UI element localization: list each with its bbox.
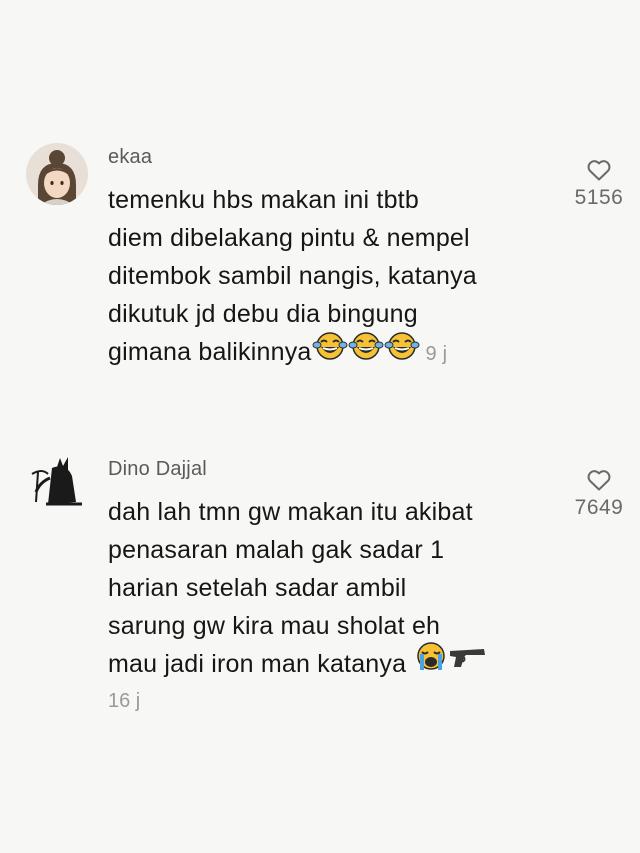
comment-last-line: mau jadi iron man katanya [108, 642, 568, 684]
comment-line: mau jadi iron man katanya [108, 650, 407, 678]
avatar[interactable] [26, 143, 88, 205]
loudly-crying-emoji-icon [414, 641, 448, 684]
comment-line: harian setelah sadar ambil [108, 574, 407, 602]
comment-line: ditembok sambil nangis, katanya [108, 262, 477, 290]
comment-timestamp: 9 j [425, 343, 448, 365]
username[interactable]: Dino Dajjal [108, 458, 207, 481]
heart-outline-icon [587, 160, 611, 181]
like-count: 7649 [574, 496, 624, 519]
comment-line: sarung gw kira mau sholat eh [108, 612, 441, 640]
like-count: 5156 [574, 186, 624, 209]
like-button[interactable]: 7649 [564, 468, 634, 520]
comment-text: dah lah tmn gw makan itu akibat penasara… [108, 493, 568, 684]
comment-line: dikutuk jd debu dia bingung [108, 300, 418, 328]
pistol-emoji-icon [448, 643, 488, 682]
comment-last-line: gimana balikinnya 9 j [108, 330, 568, 373]
comment-line: dah lah tmn gw makan itu akibat [108, 498, 473, 526]
laughing-tears-emoji-icon [384, 330, 420, 371]
comment-line: diem dibelakang pintu & nempel [108, 224, 470, 252]
laughing-tears-emoji-icon [312, 330, 348, 371]
laughing-tears-emoji-icon [348, 330, 384, 371]
comment-timestamp: 16 j [108, 690, 141, 712]
username[interactable]: ekaa [108, 146, 152, 169]
comment-text: temenku hbs makan ini tbtb diem dibelaka… [108, 181, 568, 373]
like-button[interactable]: 5156 [564, 158, 634, 210]
heart-outline-icon [587, 470, 611, 491]
comment-line: penasaran malah gak sadar 1 [108, 536, 445, 564]
comment-line: temenku hbs makan ini tbtb [108, 186, 419, 214]
avatar[interactable] [26, 452, 88, 514]
comment-line: gimana balikinnya [108, 338, 312, 366]
